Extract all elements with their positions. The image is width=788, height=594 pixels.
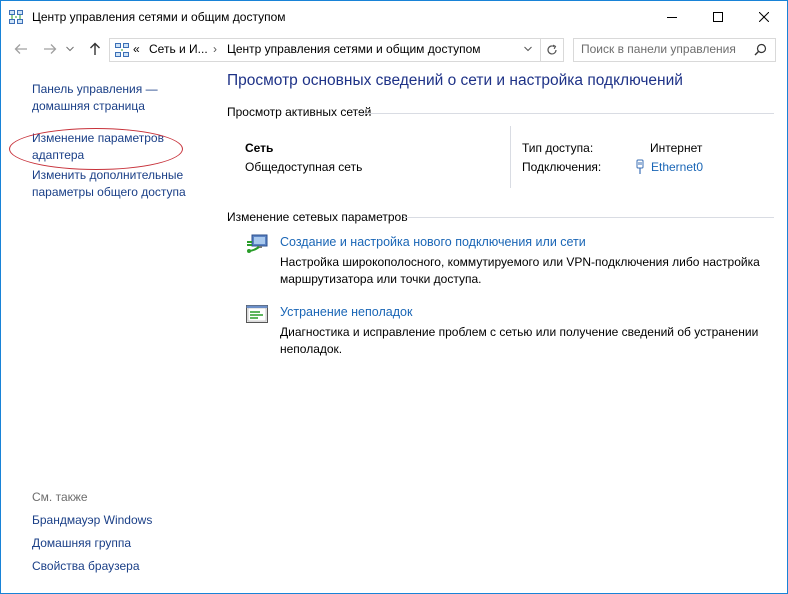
divider	[404, 217, 774, 218]
page-title: Просмотр основных сведений о сети и наст…	[227, 72, 683, 89]
troubleshoot-description: Диагностика и исправление проблем с сеть…	[280, 324, 780, 358]
description-line: неполадок.	[280, 342, 343, 356]
browser-properties-link[interactable]: Свойства браузера	[32, 558, 140, 575]
close-button[interactable]	[741, 1, 787, 32]
breadcrumb-separator-icon[interactable]: ›	[213, 42, 217, 56]
see-also-title: См. также	[32, 490, 88, 504]
control-panel-home-link[interactable]: Панель управления — домашняя страница	[32, 81, 158, 115]
title-bar[interactable]: Центр управления сетями и общим доступом	[1, 1, 787, 32]
address-dropdown-button[interactable]	[518, 39, 538, 59]
breadcrumb-item[interactable]: Сеть и И...	[149, 42, 208, 56]
maximize-icon	[713, 11, 723, 22]
new-connection-description: Настройка широкополосного, коммутируемог…	[280, 254, 780, 288]
chevron-down-icon	[524, 46, 532, 52]
network-center-icon	[8, 9, 24, 25]
refresh-icon	[547, 44, 557, 55]
address-bar[interactable]: « Сеть и И... › Центр управления сетями …	[109, 38, 541, 62]
network-type: Общедоступная сеть	[245, 160, 363, 174]
troubleshoot-icon	[245, 304, 269, 329]
network-name: Сеть	[245, 141, 274, 155]
access-type-label: Тип доступа:	[522, 141, 594, 155]
highlight-annotation	[9, 128, 183, 170]
main-content: Просмотр основных сведений о сети и наст…	[211, 66, 787, 593]
minimize-icon	[667, 16, 677, 18]
close-icon	[759, 11, 769, 22]
access-type-value: Интернет	[650, 141, 703, 155]
description-line: маршрутизатора или точки доступа.	[280, 272, 482, 286]
forward-button[interactable]	[42, 41, 58, 57]
description-line: Настройка широкополосного, коммутируемог…	[280, 255, 760, 269]
window: Центр управления сетями и общим доступом	[0, 0, 788, 594]
active-networks-title: Просмотр активных сетей	[227, 105, 372, 119]
search-box[interactable]	[573, 38, 776, 62]
change-settings-title: Изменение сетевых параметров	[227, 210, 408, 224]
refresh-button[interactable]	[540, 38, 564, 62]
maximize-button[interactable]	[695, 1, 741, 32]
forward-arrow-icon	[44, 44, 57, 54]
homegroup-link[interactable]: Домашняя группа	[32, 535, 131, 552]
link-line: параметры общего доступа	[32, 185, 186, 199]
search-icon[interactable]	[754, 43, 767, 59]
breadcrumb-item[interactable]: Центр управления сетями и общим доступом	[227, 42, 481, 56]
troubleshoot-link[interactable]: Устранение неполадок	[280, 305, 412, 319]
back-arrow-icon	[14, 44, 27, 54]
back-button[interactable]	[13, 41, 29, 57]
advanced-sharing-settings-link[interactable]: Изменить дополнительные параметры общего…	[32, 167, 186, 201]
minimize-button[interactable]	[649, 1, 695, 32]
connections-label: Подключения:	[522, 160, 602, 174]
up-arrow-icon	[90, 42, 100, 55]
divider	[510, 126, 511, 188]
ethernet-icon	[635, 159, 645, 178]
new-connection-icon	[245, 233, 271, 260]
divider	[356, 113, 774, 114]
description-line: Диагностика и исправление проблем с сеть…	[280, 325, 759, 339]
recent-locations-button[interactable]	[65, 41, 75, 57]
navigation-bar: « Сеть и И... › Центр управления сетями …	[1, 32, 787, 66]
chevron-down-icon	[66, 46, 74, 52]
windows-firewall-link[interactable]: Брандмауэр Windows	[32, 512, 152, 529]
control-panel-icon	[114, 42, 130, 61]
search-input[interactable]	[574, 39, 753, 59]
new-connection-link[interactable]: Создание и настройка нового подключения …	[280, 235, 586, 249]
link-line: Панель управления —	[32, 82, 158, 96]
breadcrumb-overflow[interactable]: «	[133, 42, 140, 56]
link-line: домашняя страница	[32, 99, 145, 113]
up-button[interactable]	[87, 41, 103, 57]
ethernet-connection-link[interactable]: Ethernet0	[651, 160, 703, 174]
window-title: Центр управления сетями и общим доступом	[32, 10, 286, 24]
